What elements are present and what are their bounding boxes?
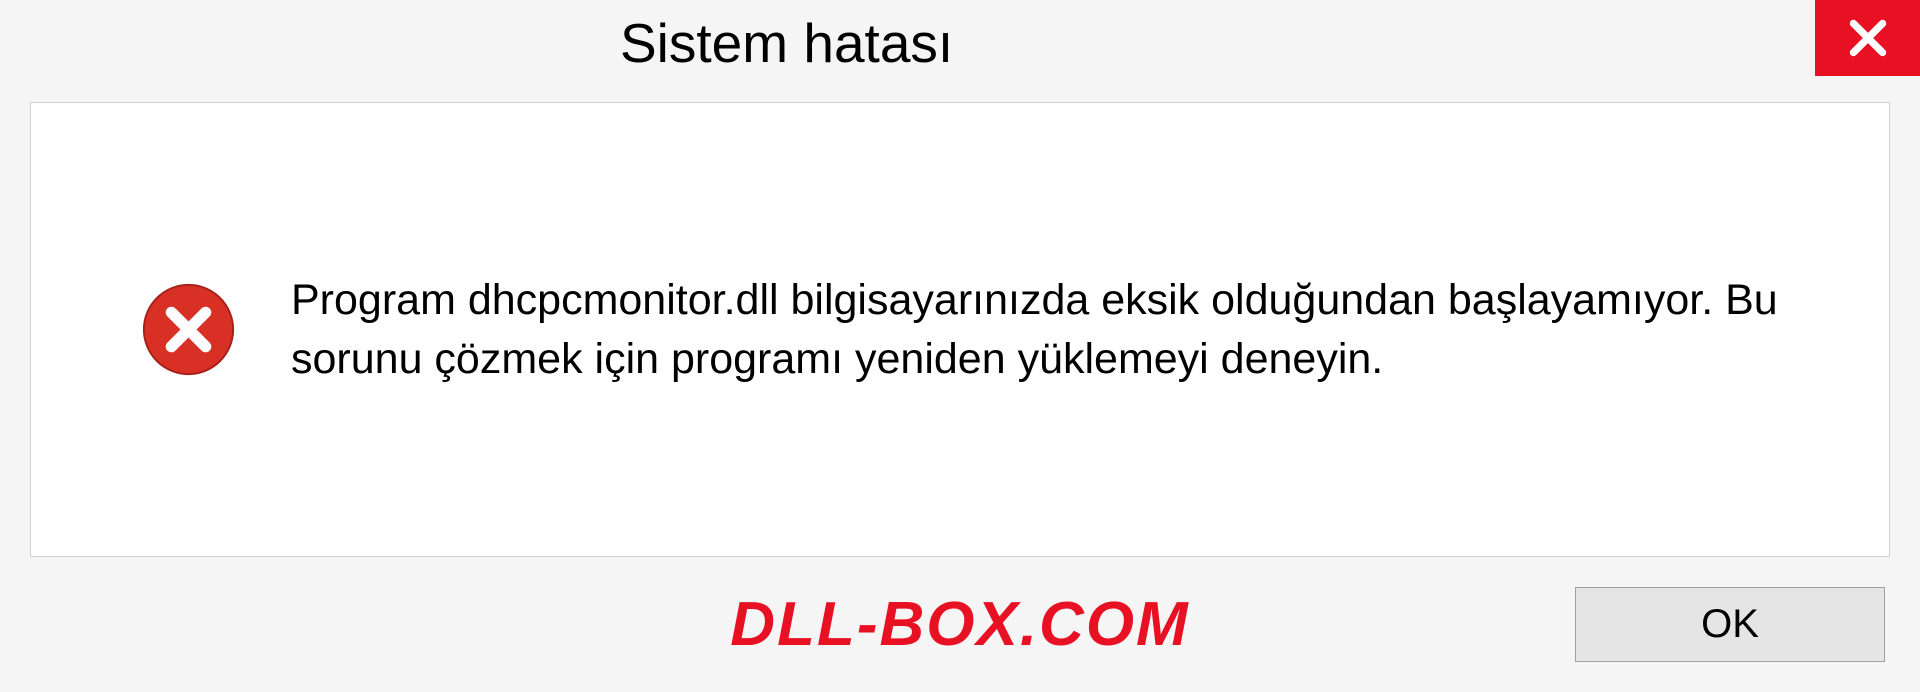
- close-icon: [1843, 13, 1893, 63]
- error-message: Program dhcpcmonitor.dll bilgisayarınızd…: [291, 271, 1809, 387]
- error-icon: [141, 282, 236, 377]
- close-button[interactable]: [1815, 0, 1920, 76]
- dialog-title: Sistem hatası: [620, 11, 953, 75]
- titlebar: Sistem hatası: [0, 0, 1920, 86]
- dialog-footer: DLL-BOX.COM OK: [0, 557, 1920, 692]
- ok-button[interactable]: OK: [1575, 587, 1885, 662]
- error-dialog: Sistem hatası Program dhcpcmonitor.dll b…: [0, 0, 1920, 692]
- watermark-text: DLL-BOX.COM: [730, 589, 1189, 660]
- ok-button-label: OK: [1701, 602, 1759, 647]
- content-panel: Program dhcpcmonitor.dll bilgisayarınızd…: [30, 102, 1890, 557]
